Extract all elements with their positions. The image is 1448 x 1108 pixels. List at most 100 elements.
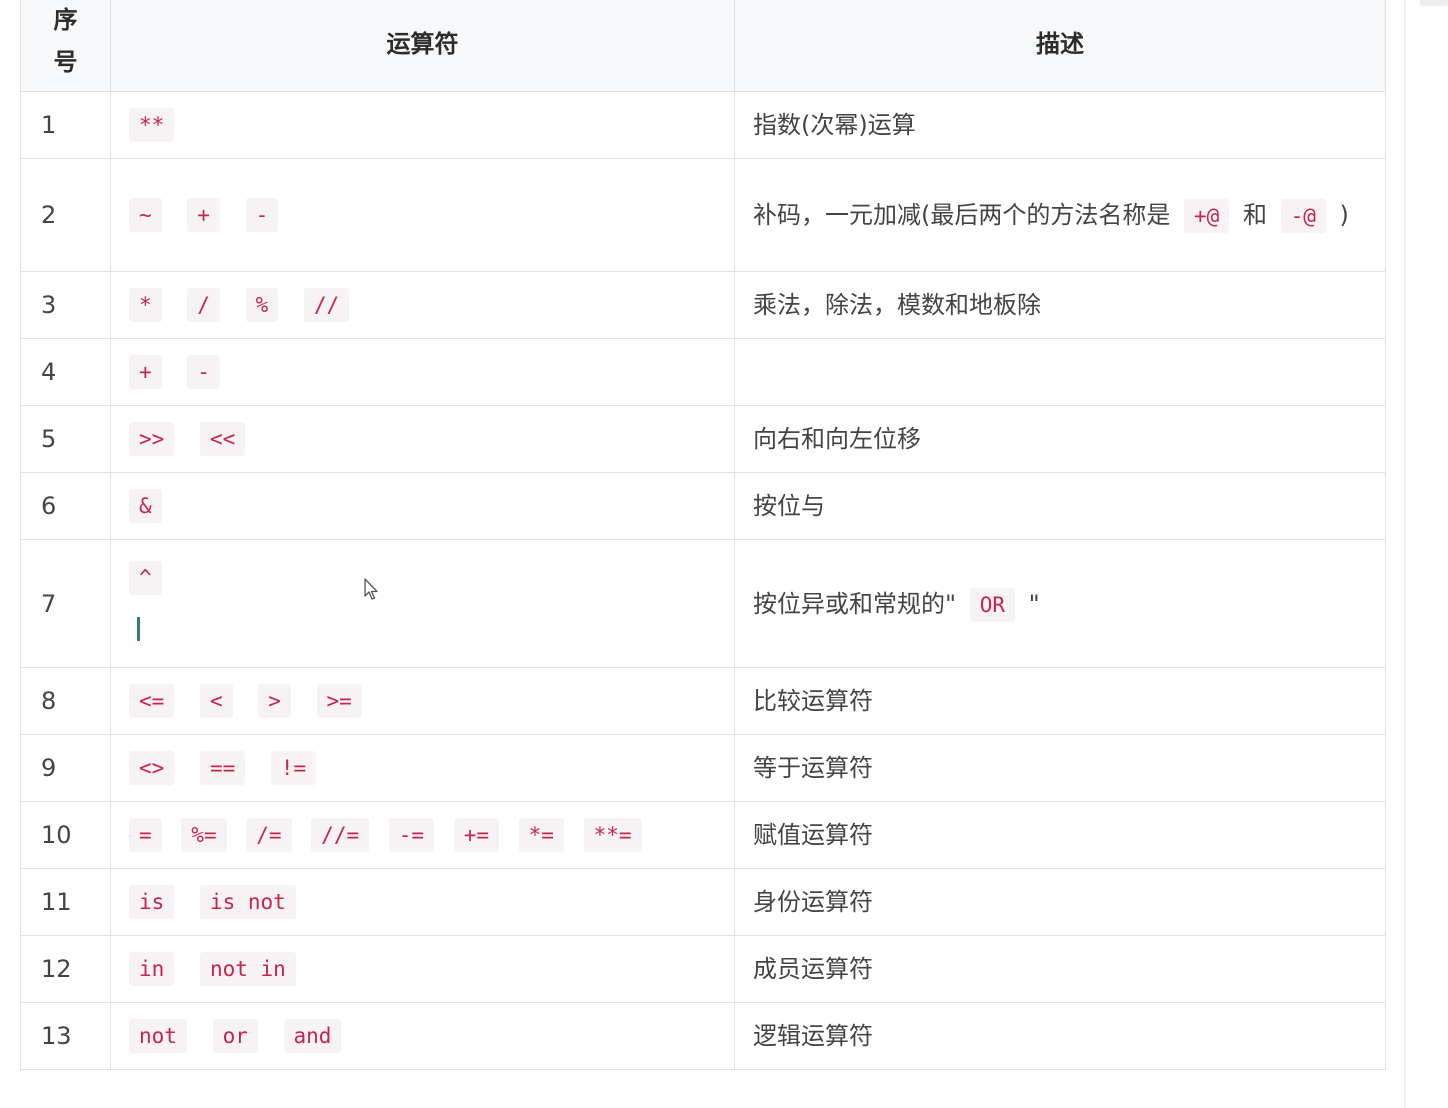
text-caret xyxy=(137,616,140,641)
description-text: 补码，一元加减(最后两个的方法名称是 xyxy=(753,201,1171,229)
table-row: 10 = %= /= //= -= += *= **= 赋值运算符 xyxy=(20,801,1386,869)
mouse-pointer-icon xyxy=(364,578,378,600)
operator-code: in xyxy=(129,952,175,986)
row-number: 3 xyxy=(20,271,111,339)
description-text: " xyxy=(1028,589,1040,618)
operator-code: != xyxy=(270,751,317,785)
table-row: 13 not or and 逻辑运算符 xyxy=(20,1002,1386,1070)
operator-cell: & xyxy=(110,472,735,540)
operator-code: << xyxy=(199,422,246,456)
table-row: 8 <= < > >= 比较运算符 xyxy=(20,667,1386,735)
operator-code: and xyxy=(283,1019,342,1053)
table-row: 3 * / % // 乘法，除法，模数和地板除 xyxy=(20,271,1386,339)
operator-code: // xyxy=(303,288,350,322)
operator-code: //= xyxy=(311,818,370,852)
header-operator: 运算符 xyxy=(110,0,735,92)
description-cell: 指数(次幂)运算 xyxy=(734,91,1386,159)
operator-code: not in xyxy=(199,952,296,986)
operator-code: **= xyxy=(583,818,642,852)
header-description: 描述 xyxy=(734,0,1386,92)
header-number-line2: 号 xyxy=(53,48,78,76)
description-text: 和 xyxy=(1242,201,1267,229)
table-row: 4 + - xyxy=(20,338,1386,406)
table-row: 9 <> == != 等于运算符 xyxy=(20,734,1386,802)
operator-code: is xyxy=(129,885,175,919)
row-number: 13 xyxy=(20,1002,111,1070)
operator-cell: >> << xyxy=(110,405,735,473)
table-row: 5 >> << 向右和向左位移 xyxy=(20,405,1386,473)
description-cell: 成员运算符 xyxy=(734,935,1386,1003)
description-cell: 赋值运算符 xyxy=(734,801,1386,869)
table-row: 2 ~ + - 补码，一元加减(最后两个的方法名称是 +@ 和 -@ ) xyxy=(20,158,1386,272)
operator-code: <> xyxy=(129,751,175,785)
description-cell: 补码，一元加减(最后两个的方法名称是 +@ 和 -@ ) xyxy=(734,158,1386,272)
operator-code: == xyxy=(199,751,246,785)
operator-code: not xyxy=(129,1019,187,1053)
operator-code: + xyxy=(187,198,220,232)
operator-cell: ** xyxy=(110,91,735,159)
operator-code: >> xyxy=(129,422,175,456)
operator-code: & xyxy=(129,489,162,523)
operator-code: %= xyxy=(181,818,227,852)
operator-cell: + - xyxy=(110,338,735,406)
page: { "table": { "headers": { "num_line1": "… xyxy=(0,0,1448,1108)
operator-code: ** xyxy=(129,108,175,142)
row-number: 8 xyxy=(20,667,111,735)
row-number: 11 xyxy=(20,868,111,936)
scroll-indicator xyxy=(1420,0,1448,6)
description-cell: 向右和向左位移 xyxy=(734,405,1386,473)
operator-code: or xyxy=(212,1019,258,1053)
operator-code: / xyxy=(187,288,220,322)
operator-cell: is is not xyxy=(110,868,735,936)
operator-code: -= xyxy=(388,818,435,852)
operator-cell: = %= /= //= -= += *= **= xyxy=(110,801,735,869)
description-cell: 乘法，除法，模数和地板除 xyxy=(734,271,1386,339)
operator-cell: <> == != xyxy=(110,734,735,802)
description-code: OR xyxy=(969,587,1015,622)
operator-code: /= xyxy=(246,818,292,852)
operator-cell[interactable]: ^ xyxy=(110,539,735,668)
row-number: 2 xyxy=(20,158,111,272)
description-cell xyxy=(734,338,1386,406)
row-number: 12 xyxy=(20,935,111,1003)
table-row: 7 ^ 按位异或和常规的" OR " xyxy=(20,539,1386,668)
table-row: 6 & 按位与 xyxy=(20,472,1386,540)
operator-cell: ~ + - xyxy=(110,158,735,272)
operator-cell: in not in xyxy=(110,935,735,1003)
operator-code: <= xyxy=(129,684,175,718)
operator-code: > xyxy=(258,684,291,718)
operator-precedence-table: 序 号 运算符 描述 1 ** 指数(次幂)运算 2 ~ + - 补码，一元加减… xyxy=(20,0,1386,1070)
operator-code: * xyxy=(129,288,162,322)
header-number-line1: 序 xyxy=(53,6,78,34)
row-number: 7 xyxy=(20,539,111,668)
operator-cell: <= < > >= xyxy=(110,667,735,735)
operator-code: >= xyxy=(316,684,362,718)
operator-code: += xyxy=(453,818,499,852)
description-text: ) xyxy=(1339,201,1349,229)
operator-code: + xyxy=(129,355,162,389)
description-cell: 按位与 xyxy=(734,472,1386,540)
operator-code: *= xyxy=(518,818,564,852)
description-code: -@ xyxy=(1280,199,1326,233)
operator-cell: not or and xyxy=(110,1002,735,1070)
header-row: 序 号 运算符 描述 xyxy=(20,0,1386,92)
operator-code: ~ xyxy=(129,198,162,232)
operator-code: ^ xyxy=(129,560,162,595)
description-cell: 比较运算符 xyxy=(734,667,1386,735)
table-row: 1 ** 指数(次幂)运算 xyxy=(20,91,1386,159)
description-cell: 等于运算符 xyxy=(734,734,1386,802)
operator-cell: * / % // xyxy=(110,271,735,339)
row-number: 9 xyxy=(20,734,111,802)
table-row: 11 is is not 身份运算符 xyxy=(20,868,1386,936)
row-number: 1 xyxy=(20,91,111,159)
right-divider xyxy=(1404,0,1406,1108)
operator-code: is not xyxy=(199,885,296,919)
row-number: 6 xyxy=(20,472,111,540)
description-cell: 逻辑运算符 xyxy=(734,1002,1386,1070)
operator-code: < xyxy=(199,684,233,718)
header-number: 序 号 xyxy=(20,0,111,92)
description-text: 按位异或和常规的" xyxy=(753,589,957,618)
row-number: 10 xyxy=(20,801,111,869)
operator-code: % xyxy=(245,288,279,322)
operator-code: - xyxy=(245,198,279,232)
